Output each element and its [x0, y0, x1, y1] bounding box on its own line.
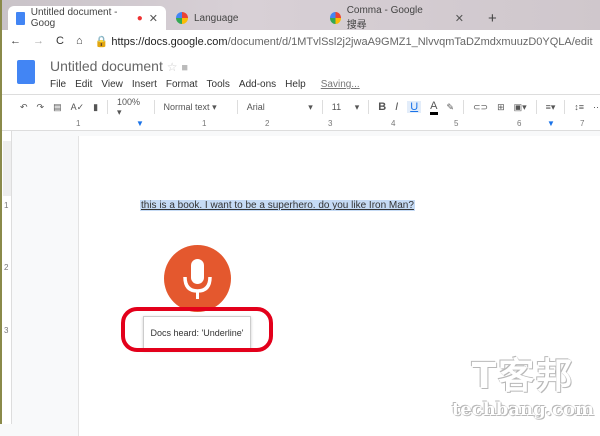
- indent-marker-icon[interactable]: ▼: [136, 119, 144, 128]
- menu-edit[interactable]: Edit: [75, 79, 92, 90]
- line-spacing-icon[interactable]: ↕≡: [574, 102, 584, 112]
- divider: [153, 100, 155, 114]
- docs-icon: [16, 11, 25, 25]
- doc-title-text: Untitled document: [50, 58, 163, 74]
- undo-icon[interactable]: ↶: [20, 102, 28, 113]
- redo-icon[interactable]: ↷: [37, 102, 45, 113]
- tab-label: Comma - Google 搜尋: [346, 5, 423, 31]
- link-icon[interactable]: ⊂⊃: [473, 102, 488, 113]
- image-icon[interactable]: ▣▾: [514, 102, 527, 113]
- url-path: /document/d/1MTvlSsl2j2jwaA9GMZ1_NlvvqmT…: [227, 35, 593, 48]
- tab-untitled-document[interactable]: Untitled document - Goog ● ✕: [8, 6, 166, 30]
- ruler-tick: 2: [4, 263, 9, 272]
- docs-logo-icon[interactable]: [17, 60, 35, 84]
- watermark-logo: T客邦 techbang.com: [452, 347, 594, 420]
- tab-label: Language: [194, 12, 239, 24]
- menu-format[interactable]: Format: [166, 79, 198, 90]
- menu-file[interactable]: File: [50, 79, 66, 90]
- ruler-tick: 3: [4, 326, 9, 335]
- google-icon: [330, 12, 341, 24]
- comment-icon[interactable]: ⊞: [497, 102, 505, 113]
- align-icon[interactable]: ≡▾: [546, 102, 556, 113]
- address-bar: ← → C ⌂ 🔒 https://docs.google.com/document/…: [2, 30, 600, 52]
- doc-title[interactable]: Untitled document ☆ ■: [50, 58, 188, 74]
- home-icon[interactable]: ⌂: [76, 35, 83, 47]
- url-input[interactable]: 🔒 https://docs.google.com/document/d/1MT…: [95, 35, 593, 48]
- horizontal-ruler[interactable]: 1 ▼ 1 2 3 4 5 6 ▼ 7: [2, 119, 600, 131]
- ruler-tick: 3: [328, 119, 333, 128]
- toolbar: ↶ ↷ ▤ A✓ ▮ 100% ▾ Normal text ▾ Arial ▾ 11 ▾…: [2, 95, 600, 119]
- font-value: Arial: [246, 101, 265, 112]
- tab-bar: Untitled document - Goog ● ✕ Language Comm…: [2, 0, 600, 31]
- ruler-tick: 2: [265, 119, 270, 128]
- docs-header: Untitled document ☆ ■ File Edit View Ins…: [2, 52, 600, 95]
- font-size-value: 11: [331, 101, 342, 112]
- menu-help[interactable]: Help: [285, 79, 306, 90]
- watermark-en: techbang.com: [451, 399, 594, 420]
- lock-icon: 🔒: [94, 35, 109, 48]
- url-host: https://docs.google.com: [111, 35, 228, 48]
- ruler-tick: 7: [580, 119, 585, 128]
- menu-bar: File Edit View Insert Format Tools Add-o…: [50, 79, 360, 90]
- zoom-select[interactable]: 100% ▾: [117, 97, 145, 118]
- style-value: Normal text: [163, 101, 210, 112]
- tab-language[interactable]: Language: [168, 6, 247, 30]
- ruler-tick: 1: [202, 119, 207, 128]
- print-icon[interactable]: ▤: [53, 102, 62, 113]
- zoom-value: 100%: [117, 96, 141, 107]
- folder-icon[interactable]: ■: [181, 62, 188, 74]
- recording-icon: ●: [136, 12, 143, 24]
- microphone-icon: [183, 259, 212, 299]
- close-icon[interactable]: ✕: [149, 12, 158, 25]
- menu-addons[interactable]: Add-ons: [239, 79, 276, 90]
- ruler-tick: 1: [76, 119, 81, 128]
- underline-button[interactable]: U: [407, 101, 422, 113]
- tab-comma[interactable]: Comma - Google 搜尋 ✕: [322, 5, 472, 31]
- divider: [368, 100, 370, 114]
- highlight-icon[interactable]: ✎: [447, 102, 455, 113]
- close-icon[interactable]: ✕: [455, 12, 464, 25]
- font-size-select[interactable]: 11 ▾: [332, 102, 360, 113]
- highlight-annotation: [121, 307, 273, 352]
- divider: [463, 100, 464, 114]
- reload-icon[interactable]: C: [56, 35, 64, 47]
- menu-insert[interactable]: Insert: [132, 79, 157, 90]
- font-select[interactable]: Arial ▾: [247, 102, 313, 113]
- ruler-tick: 5: [454, 119, 459, 128]
- new-tab-button[interactable]: +: [480, 6, 505, 30]
- text-color-button[interactable]: A: [430, 100, 438, 115]
- divider: [236, 100, 238, 114]
- italic-button[interactable]: I: [395, 101, 398, 113]
- ruler-tick: 6: [517, 119, 522, 128]
- save-status: Saving...: [320, 79, 360, 90]
- divider: [535, 100, 537, 114]
- forward-icon[interactable]: →: [33, 35, 44, 47]
- style-select[interactable]: Normal text ▾: [164, 102, 228, 113]
- tab-label: Untitled document - Goog: [30, 7, 118, 29]
- more-icon[interactable]: ⋯: [593, 102, 600, 113]
- divider: [107, 100, 109, 114]
- bold-button[interactable]: B: [378, 101, 386, 113]
- google-icon: [176, 12, 188, 24]
- star-icon[interactable]: ☆: [167, 60, 178, 74]
- divider: [564, 100, 566, 114]
- selected-text[interactable]: this is a book. I want to be a superhero…: [140, 200, 415, 211]
- menu-tools[interactable]: Tools: [207, 79, 230, 90]
- ruler-tick: 1: [4, 201, 9, 210]
- paint-format-icon[interactable]: ▮: [93, 102, 98, 113]
- ruler-tick: 4: [391, 119, 396, 128]
- right-indent-marker-icon[interactable]: ▼: [547, 119, 555, 128]
- spellcheck-icon[interactable]: A✓: [71, 102, 85, 113]
- back-icon[interactable]: ←: [10, 35, 21, 47]
- voice-typing-mic-button[interactable]: [164, 245, 231, 312]
- watermark-cn: T客邦: [471, 356, 575, 397]
- menu-view[interactable]: View: [101, 79, 123, 90]
- vertical-ruler[interactable]: 1 2 3: [2, 131, 12, 424]
- divider: [321, 100, 323, 114]
